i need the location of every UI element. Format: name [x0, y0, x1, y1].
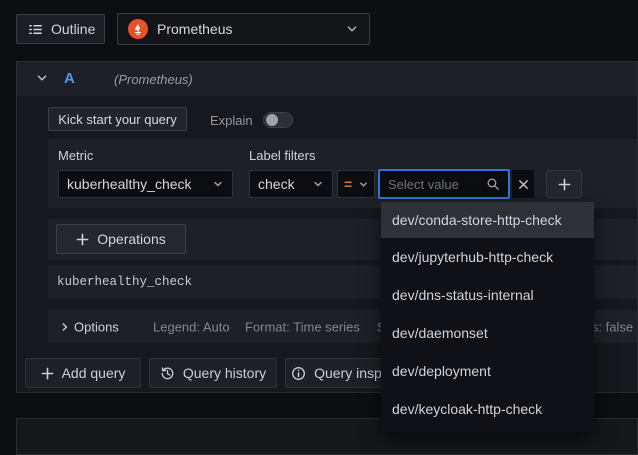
close-icon — [518, 179, 529, 190]
outline-label: Outline — [51, 21, 96, 37]
options-label: Options — [74, 319, 119, 334]
explain-toggle[interactable] — [263, 112, 293, 128]
dropdown-option[interactable]: dev/conda-store-http-check — [381, 202, 594, 238]
toggle-knob — [266, 114, 278, 126]
raw-query-text: kuberhealthy_check — [57, 275, 193, 289]
explain-label: Explain — [210, 113, 253, 128]
plus-icon — [41, 367, 54, 380]
operator-value: = — [344, 176, 353, 192]
filter-operator-select[interactable]: = — [337, 170, 375, 198]
query-history-button[interactable]: Query history — [149, 358, 277, 388]
remove-filter-button[interactable] — [512, 170, 534, 198]
operations-label: Operations — [97, 231, 166, 247]
info-icon — [291, 366, 306, 381]
collapse-chevron-icon[interactable] — [35, 71, 49, 85]
chevron-down-icon — [345, 22, 359, 36]
query-history-label: Query history — [182, 365, 267, 381]
query-ref-id: A — [64, 70, 75, 87]
filter-value-combobox[interactable]: Select value — [378, 169, 510, 199]
filter-value-placeholder: Select value — [388, 176, 459, 192]
dropdown-option[interactable]: dev/daemonset — [381, 314, 594, 352]
filter-name-value: check — [258, 176, 295, 192]
dropdown-option[interactable]: dev/keycloak-http-check — [381, 390, 594, 428]
history-icon — [160, 366, 175, 381]
metric-value: kuberhealthy_check — [67, 176, 192, 192]
operations-button[interactable]: Operations — [56, 224, 186, 254]
filter-value-dropdown: dev/conda-store-http-check dev/jupyterhu… — [381, 202, 594, 432]
dropdown-option[interactable]: dev/dns-status-internal — [381, 276, 594, 314]
options-format: Format: Time series — [245, 319, 360, 334]
options-legend: Legend: Auto — [153, 319, 230, 334]
outline-icon — [28, 22, 43, 37]
plus-icon — [558, 178, 571, 191]
dropdown-option[interactable]: dev/jupyterhub-http-check — [381, 238, 594, 276]
query-row-header[interactable]: A (Prometheus) — [17, 62, 637, 96]
chevron-down-icon — [358, 179, 369, 190]
kick-start-query-button[interactable]: Kick start your query — [48, 107, 187, 131]
label-filters-label: Label filters — [249, 148, 316, 163]
chevron-down-icon — [312, 178, 324, 190]
add-query-button[interactable]: Add query — [25, 358, 141, 388]
filter-name-select[interactable]: check — [249, 170, 333, 198]
add-query-label: Add query — [61, 365, 126, 381]
search-icon — [486, 177, 500, 191]
plus-icon — [76, 233, 89, 246]
chevron-right-icon[interactable] — [59, 321, 70, 332]
outline-button[interactable]: Outline — [16, 14, 105, 44]
datasource-picker[interactable]: Prometheus — [117, 13, 370, 45]
dropdown-option[interactable]: dev/deployment — [381, 352, 594, 390]
datasource-name: Prometheus — [157, 21, 233, 37]
prometheus-icon — [128, 19, 148, 39]
metric-select[interactable]: kuberhealthy_check — [58, 170, 233, 198]
add-filter-button[interactable] — [546, 170, 582, 198]
query-datasource-hint: (Prometheus) — [114, 72, 193, 87]
chevron-down-icon — [212, 178, 224, 190]
metric-filters-section: Metric kuberhealthy_check Label filters … — [48, 139, 637, 208]
metric-label: Metric — [58, 148, 94, 163]
